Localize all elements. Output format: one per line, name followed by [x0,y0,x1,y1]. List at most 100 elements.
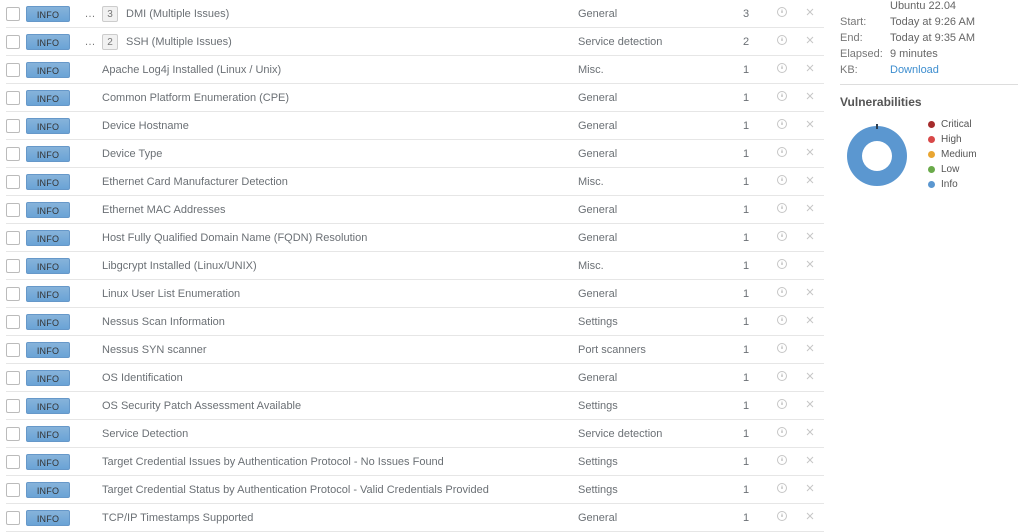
row-checkbox[interactable] [6,203,20,217]
vuln-name[interactable]: Apache Log4j Installed (Linux / Unix) [102,64,578,76]
table-row[interactable]: INFONessus Scan InformationSettings1 [6,308,824,336]
dismiss-icon[interactable] [796,174,824,189]
table-row[interactable]: INFO Apache Log4j Installed (Linux / Unix… [6,56,824,84]
vuln-name[interactable]: Linux User List Enumeration [102,288,578,300]
severity-badge[interactable]: INFO [26,202,70,218]
row-checkbox[interactable] [6,511,20,525]
vuln-name[interactable]: Ethernet Card Manufacturer Detection [102,176,578,188]
vuln-name[interactable]: Service Detection [102,428,578,440]
severity-badge[interactable]: INFO [26,62,70,78]
vuln-name[interactable]: Ethernet MAC Addresses [102,204,578,216]
dismiss-icon[interactable] [796,6,824,21]
vuln-name[interactable]: Device Hostname [102,120,578,132]
table-row[interactable]: INFO…2SSH (Multiple Issues)Service detec… [6,28,824,56]
table-row[interactable]: INFOOS IdentificationGeneral1 [6,364,824,392]
dismiss-icon[interactable] [796,370,824,385]
severity-badge[interactable]: INFO [26,90,70,106]
snooze-icon[interactable] [768,342,796,357]
table-row[interactable]: INFO Ethernet Card Manufacturer Detection… [6,168,824,196]
snooze-icon[interactable] [768,118,796,133]
table-row[interactable]: INFODevice TypeGeneral1 [6,140,824,168]
row-checkbox[interactable] [6,483,20,497]
severity-badge[interactable]: INFO [26,174,70,190]
dismiss-icon[interactable] [796,258,824,273]
severity-badge[interactable]: INFO [26,230,70,246]
severity-badge[interactable]: INFO [26,258,70,274]
vuln-name[interactable]: Target Credential Issues by Authenticati… [102,456,578,468]
snooze-icon[interactable] [768,174,796,189]
dismiss-icon[interactable] [796,146,824,161]
row-checkbox[interactable] [6,175,20,189]
row-checkbox[interactable] [6,427,20,441]
row-checkbox[interactable] [6,399,20,413]
severity-badge[interactable]: INFO [26,426,70,442]
dismiss-icon[interactable] [796,286,824,301]
vuln-name[interactable]: Libgcrypt Installed (Linux/UNIX) [102,260,578,272]
dismiss-icon[interactable] [796,118,824,133]
dismiss-icon[interactable] [796,342,824,357]
row-checkbox[interactable] [6,259,20,273]
table-row[interactable]: INFOEthernet MAC AddressesGeneral1 [6,196,824,224]
dismiss-icon[interactable] [796,62,824,77]
snooze-icon[interactable] [768,482,796,497]
snooze-icon[interactable] [768,370,796,385]
dismiss-icon[interactable] [796,398,824,413]
expand-icon[interactable]: … [78,8,102,20]
severity-badge[interactable]: INFO [26,118,70,134]
vuln-name[interactable]: DMI (Multiple Issues) [126,8,578,20]
dismiss-icon[interactable] [796,426,824,441]
severity-badge[interactable]: INFO [26,286,70,302]
vuln-name[interactable]: SSH (Multiple Issues) [126,36,578,48]
row-checkbox[interactable] [6,35,20,49]
snooze-icon[interactable] [768,286,796,301]
snooze-icon[interactable] [768,90,796,105]
vuln-name[interactable]: OS Security Patch Assessment Available [102,400,578,412]
row-checkbox[interactable] [6,287,20,301]
snooze-icon[interactable] [768,510,796,525]
vuln-name[interactable]: TCP/IP Timestamps Supported [102,512,578,524]
vuln-name[interactable]: Device Type [102,148,578,160]
vuln-name[interactable]: Common Platform Enumeration (CPE) [102,92,578,104]
severity-badge[interactable]: INFO [26,454,70,470]
snooze-icon[interactable] [768,6,796,21]
snooze-icon[interactable] [768,398,796,413]
vuln-name[interactable]: Target Credential Status by Authenticati… [102,484,578,496]
severity-badge[interactable]: INFO [26,342,70,358]
snooze-icon[interactable] [768,62,796,77]
snooze-icon[interactable] [768,146,796,161]
dismiss-icon[interactable] [796,314,824,329]
table-row[interactable]: INFOCommon Platform Enumeration (CPE)Gen… [6,84,824,112]
row-checkbox[interactable] [6,63,20,77]
dismiss-icon[interactable] [796,454,824,469]
kb-download-link[interactable]: Download [890,64,939,76]
row-checkbox[interactable] [6,7,20,21]
vuln-name[interactable]: Host Fully Qualified Domain Name (FQDN) … [102,232,578,244]
snooze-icon[interactable] [768,454,796,469]
dismiss-icon[interactable] [796,90,824,105]
snooze-icon[interactable] [768,258,796,273]
row-checkbox[interactable] [6,231,20,245]
row-checkbox[interactable] [6,315,20,329]
vuln-name[interactable]: OS Identification [102,372,578,384]
snooze-icon[interactable] [768,230,796,245]
row-checkbox[interactable] [6,91,20,105]
snooze-icon[interactable] [768,34,796,49]
severity-badge[interactable]: INFO [26,34,70,50]
severity-badge[interactable]: INFO [26,314,70,330]
severity-badge[interactable]: INFO [26,482,70,498]
row-checkbox[interactable] [6,371,20,385]
dismiss-icon[interactable] [796,34,824,49]
severity-badge[interactable]: INFO [26,398,70,414]
severity-badge[interactable]: INFO [26,510,70,526]
row-checkbox[interactable] [6,119,20,133]
table-row[interactable]: INFO…3DMI (Multiple Issues)General3 [6,0,824,28]
dismiss-icon[interactable] [796,230,824,245]
row-checkbox[interactable] [6,343,20,357]
vuln-name[interactable]: Nessus SYN scanner [102,344,578,356]
dismiss-icon[interactable] [796,510,824,525]
severity-badge[interactable]: INFO [26,6,70,22]
table-row[interactable]: INFO Target Credential Status by Authenti… [6,476,824,504]
row-checkbox[interactable] [6,147,20,161]
table-row[interactable]: INFO OS Security Patch Assessment Availab… [6,392,824,420]
table-row[interactable]: INFODevice HostnameGeneral1 [6,112,824,140]
